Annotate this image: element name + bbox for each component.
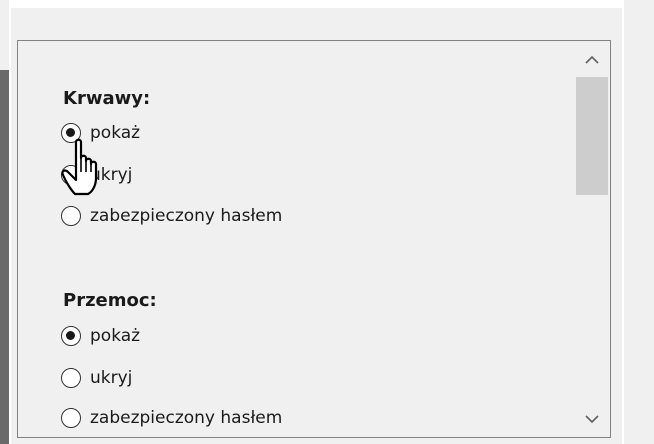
radio-przemoc-zabezpieczony[interactable]: zabezpieczony hasłem — [61, 406, 282, 430]
scroll-thumb[interactable] — [576, 77, 608, 195]
radio-label: pokaż — [90, 326, 141, 346]
radio-label: zabezpieczony hasłem — [90, 206, 283, 226]
group-title-krwawy: Krwawy: — [63, 88, 151, 109]
content-filter-panel: Krwawy: pokaż ukryj zabezpieczony hasłem… — [17, 40, 611, 438]
radio-label: ukryj — [90, 368, 133, 388]
radio-button[interactable] — [61, 206, 81, 226]
radio-button-checked[interactable] — [61, 326, 81, 346]
radio-krwawy-zabezpieczony[interactable]: zabezpieczony hasłem — [61, 204, 282, 228]
window-left-edge — [0, 70, 9, 444]
radio-krwawy-pokaz[interactable]: pokaż — [61, 121, 140, 145]
group-title-przemoc: Przemoc: — [63, 290, 157, 311]
right-pane — [624, 0, 654, 444]
options-list: Krwawy: pokaż ukryj zabezpieczony hasłem… — [18, 41, 574, 437]
chevron-down-icon[interactable] — [574, 401, 610, 437]
radio-button[interactable] — [61, 408, 81, 428]
vertical-scrollbar[interactable] — [574, 41, 610, 437]
chevron-up-icon[interactable] — [574, 41, 610, 77]
radio-button-checked[interactable] — [61, 123, 81, 143]
radio-button[interactable] — [61, 165, 81, 185]
radio-label: zabezpieczony hasłem — [90, 408, 283, 428]
radio-krwawy-ukryj[interactable]: ukryj — [61, 163, 132, 187]
radio-label: pokaż — [90, 123, 141, 143]
radio-przemoc-ukryj[interactable]: ukryj — [61, 366, 132, 390]
radio-przemoc-pokaz[interactable]: pokaż — [61, 324, 140, 348]
radio-label: ukryj — [90, 165, 133, 185]
window-left-highlight — [9, 0, 11, 444]
window-top-band — [11, 0, 623, 8]
radio-button[interactable] — [61, 368, 81, 388]
